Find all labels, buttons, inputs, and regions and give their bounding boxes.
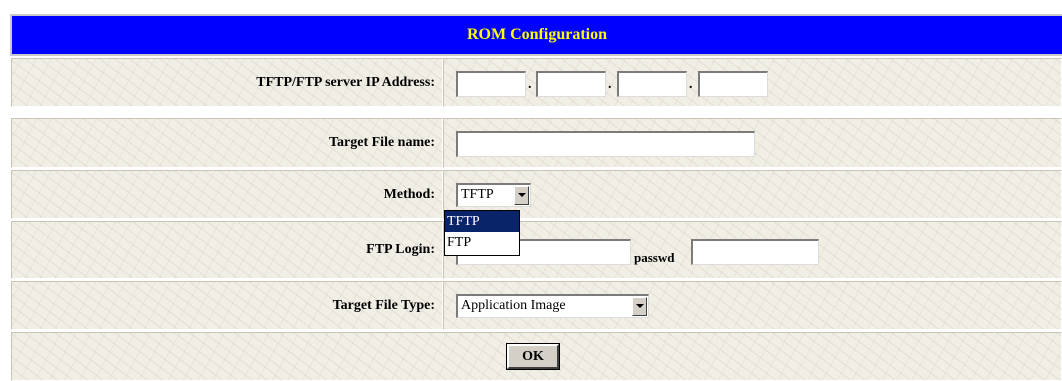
- method-select[interactable]: TFTP: [456, 183, 531, 207]
- method-option-ftp[interactable]: FTP: [445, 232, 519, 253]
- chevron-down-icon[interactable]: [632, 297, 647, 316]
- target-file-type-row: Target File Type: Application Image: [10, 281, 1062, 330]
- submit-row: OK: [10, 332, 1062, 381]
- ip-octet-2-input[interactable]: [536, 71, 606, 97]
- ip-octet-3-input[interactable]: [617, 71, 687, 97]
- ip-separator-dot: .: [608, 77, 612, 92]
- passwd-input[interactable]: [691, 239, 819, 265]
- target-file-type-label: Target File Type:: [11, 281, 443, 330]
- ip-separator-dot: .: [528, 77, 532, 92]
- method-cell: TFTP: [443, 170, 1062, 219]
- ftp-login-cell: passwd: [443, 221, 1062, 279]
- ip-octet-4-input[interactable]: [698, 71, 768, 97]
- target-file-type-select[interactable]: Application Image: [456, 294, 649, 318]
- chevron-down-icon[interactable]: [514, 186, 529, 205]
- ip-address-cell: . . .: [443, 58, 1062, 107]
- method-option-tftp[interactable]: TFTP: [445, 211, 519, 232]
- file-type-selected-value: Application Image: [461, 298, 566, 313]
- target-file-name-row: Target File name:: [10, 118, 1062, 168]
- ip-separator-dot: .: [689, 77, 693, 92]
- method-selected-value: TFTP: [461, 187, 494, 202]
- method-dropdown-list: TFTP FTP: [444, 210, 520, 256]
- method-label: Method:: [11, 170, 443, 219]
- ip-address-row: TFTP/FTP server IP Address: . . .: [10, 58, 1062, 107]
- ip-address-label: TFTP/FTP server IP Address:: [11, 58, 443, 107]
- ftp-login-row: FTP Login: passwd: [10, 221, 1062, 279]
- passwd-label: passwd: [634, 250, 675, 265]
- target-file-type-cell: Application Image: [443, 281, 1062, 330]
- target-file-name-label: Target File name:: [11, 118, 443, 168]
- method-row: Method: TFTP: [10, 170, 1062, 219]
- ip-octet-1-input[interactable]: [456, 71, 526, 97]
- target-file-name-input[interactable]: [456, 131, 755, 157]
- ftp-login-label: FTP Login:: [11, 221, 443, 279]
- target-file-name-cell: [443, 118, 1062, 168]
- ok-button[interactable]: OK: [506, 343, 560, 370]
- submit-cell: OK: [11, 332, 1062, 381]
- page-title: ROM Configuration: [10, 14, 1062, 56]
- rom-config-form: ROM Configuration TFTP/FTP server IP Add…: [10, 14, 1062, 381]
